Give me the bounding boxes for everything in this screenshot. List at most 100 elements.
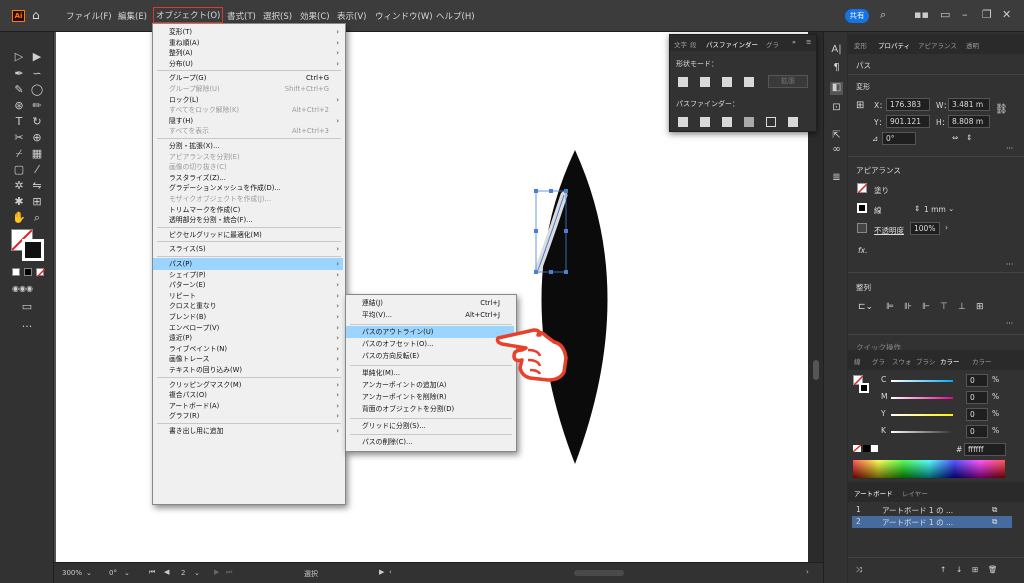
home-icon[interactable]: ⌂	[32, 8, 40, 22]
opacity-label[interactable]: 不透明度	[874, 225, 904, 236]
scroll-right-icon[interactable]: ›	[806, 568, 809, 576]
c-value[interactable]: 0	[966, 374, 988, 387]
artboard-row[interactable]: 1 アートボード 1 の ... ⧉	[852, 504, 1012, 516]
exclude-button[interactable]	[744, 77, 754, 87]
k-value[interactable]: 0	[966, 425, 988, 438]
prev-artboard-icon[interactable]: ◀	[164, 568, 169, 576]
rearrange-artboards-icon[interactable]: ⤨	[856, 565, 862, 575]
tab-brushes[interactable]: ブラシ	[916, 356, 935, 366]
draw-mode-icon[interactable]: ◉◉◉	[12, 282, 33, 296]
expand-button[interactable]: 拡張	[768, 75, 808, 88]
hand-tool-icon[interactable]: ✋	[12, 211, 26, 225]
artboard-options-icon[interactable]: ⧉	[992, 517, 997, 527]
artboard-row[interactable]: 2 アートボード 1 の ... ⧉	[852, 516, 1012, 528]
menu-edit[interactable]: 編集(E)	[118, 10, 147, 22]
panel-menu-icon[interactable]: ≡	[806, 38, 811, 46]
rotate-tool-icon[interactable]: ↻	[30, 115, 44, 129]
intersect-button[interactable]	[722, 77, 732, 87]
selection-tool-icon[interactable]: ▷	[12, 50, 26, 64]
pen-tool-icon[interactable]: ✒	[12, 67, 26, 81]
tab-swatches[interactable]: スウォ	[892, 356, 912, 366]
default-colors-icon[interactable]	[12, 268, 20, 276]
align-top-icon[interactable]: ⊤	[940, 302, 948, 312]
vertical-scroll-thumb[interactable]	[813, 360, 819, 380]
y-field[interactable]: 901.121	[886, 115, 930, 128]
restore-icon[interactable]: ❐	[982, 8, 992, 21]
menu-item[interactable]: 連結(J) Ctrl+J	[346, 297, 514, 309]
menu-item[interactable]: スライス(S) ›	[153, 243, 343, 255]
transform-more-icon[interactable]: ···	[1006, 144, 1013, 153]
minus-front-button[interactable]	[700, 77, 710, 87]
menu-item[interactable]: ピクセルグリッドに最適化(M)	[153, 229, 343, 241]
align-middle-icon[interactable]: ⊥	[958, 302, 966, 312]
fill-none-swatch[interactable]	[857, 183, 868, 194]
artboard-options-icon[interactable]: ⧉	[992, 505, 997, 515]
horizontal-scrollbar[interactable]	[574, 570, 624, 576]
menu-type[interactable]: 書式(T)	[227, 10, 256, 22]
tab-stroke[interactable]: 線	[854, 356, 861, 366]
opacity-field[interactable]: 100%	[910, 222, 940, 235]
move-up-icon[interactable]: ↑	[940, 565, 946, 574]
link-proportions-icon[interactable]: ⛓	[995, 104, 1008, 115]
menu-item[interactable]: テキストの回り込み(W) ›	[153, 364, 343, 376]
tab-paragraph[interactable]: 段	[690, 39, 697, 49]
menu-item[interactable]: パスの削除(C)...	[346, 436, 514, 448]
transform-panel-icon[interactable]: ⊡	[830, 102, 843, 115]
zoom-level[interactable]: 300%	[62, 569, 82, 577]
stroke-weight-value[interactable]: 1 mm	[924, 205, 946, 214]
minus-back-button[interactable]	[788, 117, 798, 127]
none-mode-icon[interactable]	[36, 268, 46, 278]
m-value[interactable]: 0	[966, 391, 988, 404]
tab-color[interactable]: カラー	[940, 356, 960, 366]
menu-object[interactable]: オブジェクト(O)	[153, 7, 224, 23]
align-more-icon[interactable]: ···	[1006, 319, 1013, 328]
flip-horizontal-icon[interactable]: ⇔	[952, 133, 958, 142]
menu-item[interactable]: パスのアウトライン(U)	[346, 325, 514, 338]
tab-transparency[interactable]: 透明	[966, 40, 979, 50]
close-icon[interactable]: ✕	[1002, 8, 1011, 21]
ellipse-tool-icon[interactable]: ◯	[30, 83, 44, 97]
status-menu-icon[interactable]: ▶	[379, 568, 384, 576]
export-panel-icon[interactable]: ⇱	[830, 130, 843, 143]
stroke-weight-stepper-icon[interactable]: ⇕	[914, 204, 920, 213]
c-slider[interactable]	[891, 380, 953, 382]
last-artboard-icon[interactable]: ⏭	[226, 568, 232, 577]
stroke-weight-dropdown-icon[interactable]: ⌄	[948, 204, 954, 213]
menu-item[interactable]: 平均(V)... Alt+Ctrl+J	[346, 309, 514, 321]
y-value[interactable]: 0	[966, 408, 988, 421]
align-center-icon[interactable]: ⊪	[904, 302, 912, 312]
move-down-icon[interactable]: ↓	[956, 565, 962, 574]
artboard-number[interactable]: 2	[181, 569, 185, 577]
align-to-icon[interactable]: ⊏⌄	[858, 302, 873, 312]
tab-gradient[interactable]: グラ	[766, 39, 779, 49]
crop-button[interactable]	[744, 117, 754, 127]
unite-button[interactable]	[678, 77, 688, 87]
next-artboard-icon[interactable]: ▶	[214, 568, 219, 576]
menu-help[interactable]: ヘルプ(H)	[436, 10, 475, 22]
fx-icon[interactable]: fx.	[858, 246, 867, 255]
none-color-icon[interactable]	[852, 444, 862, 453]
pencil-tool-icon[interactable]: ✏	[30, 99, 44, 113]
menu-item[interactable]: グリッドに分割(S)...	[346, 420, 514, 432]
eyedropper-tool-icon[interactable]: ⌿	[12, 147, 26, 161]
rotation-dropdown-icon[interactable]: ⌄	[124, 569, 130, 577]
type-tool-icon[interactable]: T	[12, 115, 26, 129]
minimize-icon[interactable]: –	[962, 8, 968, 21]
tab-appearance[interactable]: アピアランス	[918, 40, 957, 50]
tab-character[interactable]: 文字	[674, 39, 687, 49]
shape-builder-tool-icon[interactable]: ⊕	[30, 131, 44, 145]
color-stroke-swatch[interactable]	[859, 383, 869, 393]
stroke-color-swatch[interactable]	[857, 203, 867, 213]
shaper-tool-icon[interactable]: ⊛	[12, 99, 26, 113]
menu-item[interactable]: アンカーポイントを削除(R)	[346, 391, 514, 403]
y-slider[interactable]	[891, 414, 953, 416]
zoom-dropdown-icon[interactable]: ⌄	[86, 569, 92, 577]
tab-color-guide[interactable]: カラー	[972, 356, 992, 366]
flip-vertical-icon[interactable]: ⇕	[966, 133, 972, 142]
chart-tool-icon[interactable]: ▦	[30, 147, 44, 161]
outline-button[interactable]	[766, 117, 776, 127]
tab-gradient[interactable]: グラ	[872, 356, 885, 366]
workspace-icon[interactable]: ▪▪	[914, 8, 929, 21]
opacity-arrow-icon[interactable]: ›	[945, 223, 948, 232]
share-button[interactable]: 共有	[845, 9, 869, 23]
